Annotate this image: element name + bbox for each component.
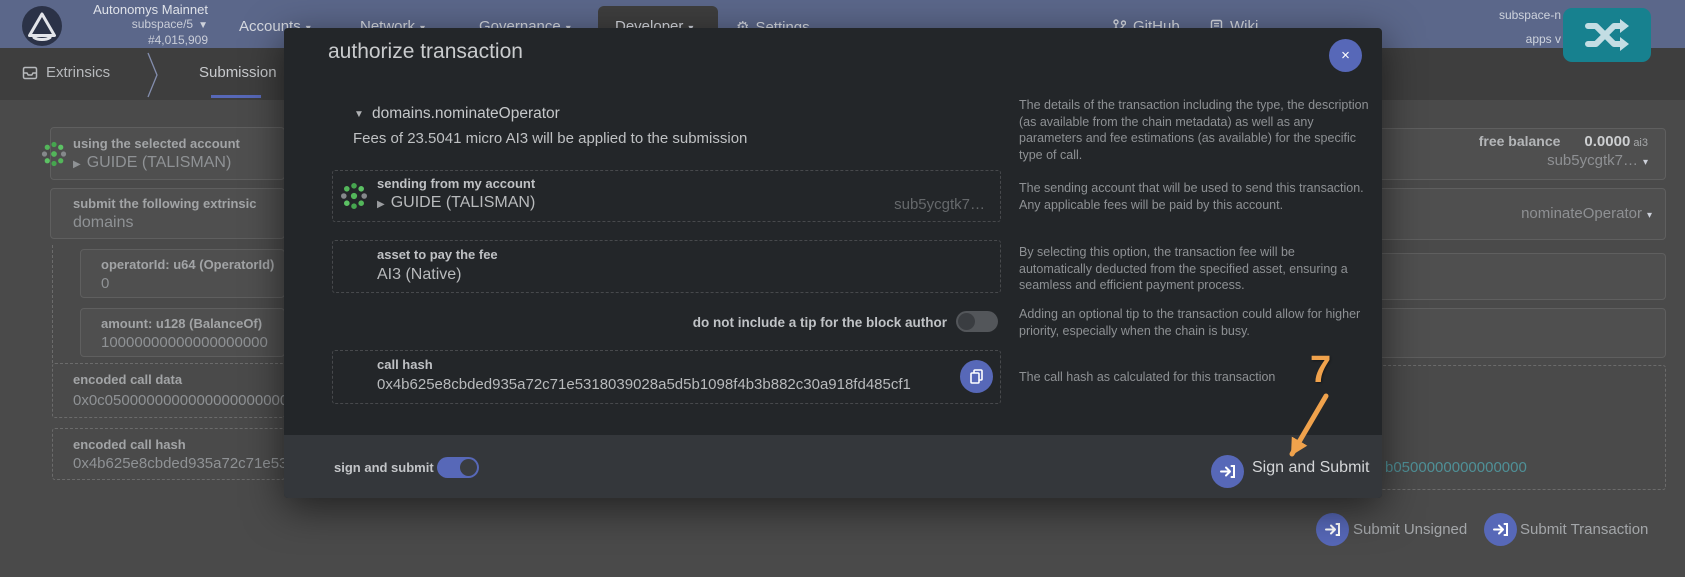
selected-account-value: ▶GUIDE (TALISMAN) (73, 154, 231, 172)
copy-icon (970, 369, 983, 384)
chain-selector[interactable]: subspace/5▼ (60, 17, 208, 33)
expand-right-icon: ▶ (377, 199, 385, 210)
breadcrumb-divider (146, 52, 160, 98)
param-connector-line (52, 245, 53, 363)
account-identicon (40, 140, 68, 168)
network-name: Autonomys Mainnet (60, 3, 208, 17)
chain-info: Autonomys Mainnet subspace/5▼ #4,015,909 (60, 3, 208, 47)
authorize-transaction-modal: authorize transaction × ▼ domains.nomina… (284, 28, 1382, 498)
free-balance-unit: ai3 (1633, 137, 1648, 149)
tip-toggle[interactable] (956, 311, 998, 332)
theme-shuffle-icon[interactable] (1563, 8, 1651, 62)
tip-toggle-label: do not include a tip for the block autho… (693, 315, 947, 330)
param-amount-value: 10000000000000000000 (101, 334, 268, 351)
copy-button[interactable] (960, 360, 993, 393)
tab-submission[interactable]: Submission (199, 64, 277, 81)
encoded-call-hash-value: 0x4b625e8cbded935a72c71e531803 (73, 455, 284, 472)
encoded-call-hash-label: encoded call hash (73, 437, 186, 452)
extrinsics-icon (22, 65, 38, 81)
call-method[interactable]: domains.nominateOperator (372, 105, 560, 123)
encoded-call-hash-box (52, 428, 285, 480)
sign-submit-toggle-label: sign and submit (334, 460, 434, 475)
submit-transaction-icon[interactable] (1484, 513, 1517, 546)
sending-account-short: sub5ycgtk7… (894, 196, 985, 213)
autonomys-logo-icon[interactable] (21, 5, 63, 52)
submit-transaction-button[interactable]: Submit Transaction (1520, 521, 1648, 538)
toggle-knob (460, 459, 477, 476)
sending-description: The sending account that will be used to… (1019, 180, 1369, 213)
modal-title: authorize transaction (328, 40, 523, 64)
caret-down-icon: ▼ (198, 20, 208, 31)
call-hash-value: 0x4b625e8cbded935a72c71e5318039028a5d5b1… (377, 376, 911, 393)
shuffle-icon (1584, 18, 1630, 52)
call-hash-label: call hash (377, 357, 433, 372)
tip-description: Adding an optional tip to the transactio… (1019, 306, 1369, 339)
toggle-knob (958, 313, 975, 330)
close-icon[interactable]: × (1329, 39, 1362, 72)
encoded-call-data-value: 0x0c050000000000000000000000001063 (73, 392, 284, 409)
selected-account-label: using the selected account (73, 136, 240, 151)
app-screen: Autonomys Mainnet subspace/5▼ #4,015,909… (0, 0, 1685, 577)
submit-unsigned-icon[interactable] (1316, 513, 1349, 546)
call-description: The details of the transaction including… (1019, 97, 1369, 163)
apps-version: apps v (1395, 33, 1561, 46)
param-amount-label: amount: u128 (BalanceOf) (101, 316, 262, 331)
sign-submit-toggle[interactable] (437, 457, 479, 478)
sending-account-value: ▶GUIDE (TALISMAN) (377, 194, 535, 212)
account-short-dropdown[interactable]: sub5ycgtk7…▾ (1490, 152, 1648, 169)
modal-footer: sign and submit Sign and Submit (284, 435, 1382, 498)
caret-down-icon: ▾ (1643, 157, 1648, 168)
submit-unsigned-button[interactable]: Submit Unsigned (1353, 521, 1467, 538)
method-value[interactable]: nominateOperator▾ (1480, 205, 1652, 222)
sending-account-identicon (339, 181, 369, 211)
section-title: Extrinsics (46, 64, 110, 81)
encoded-call-data-label: encoded call data (73, 372, 182, 387)
extrinsic-section-value: domains (73, 214, 133, 232)
active-tab-underline (211, 95, 261, 98)
sending-account-label: sending from my account (377, 176, 535, 191)
param-operatorid-label: operatorId: u64 (OperatorId) (101, 257, 274, 272)
caret-down-icon: ▾ (1647, 210, 1652, 221)
extrinsic-label: submit the following extrinsic (73, 196, 256, 211)
sign-submit-icon[interactable] (1211, 455, 1244, 488)
free-balance-label: free balance (1479, 133, 1561, 149)
fees-note: Fees of 23.5041 micro AI3 will be applie… (353, 130, 747, 147)
block-number: #4,015,909 (60, 33, 208, 47)
param-operatorid-value: 0 (101, 275, 109, 292)
encoded-hex-fragment: b0500000000000000 (1385, 459, 1527, 476)
fee-asset-label: asset to pay the fee (377, 247, 498, 262)
annotation-arrow-icon (1268, 348, 1360, 470)
endpoint-name: subspace-n (1395, 9, 1561, 22)
free-balance-value: 0.0000 (1584, 133, 1630, 150)
expand-down-icon[interactable]: ▼ (354, 109, 364, 120)
fee-asset-description: By selecting this option, the transactio… (1019, 244, 1369, 294)
expand-right-icon: ▶ (73, 159, 81, 170)
version-info: subspace-n apps v (1395, 9, 1561, 46)
fee-asset-value: AI3 (Native) (377, 266, 461, 284)
